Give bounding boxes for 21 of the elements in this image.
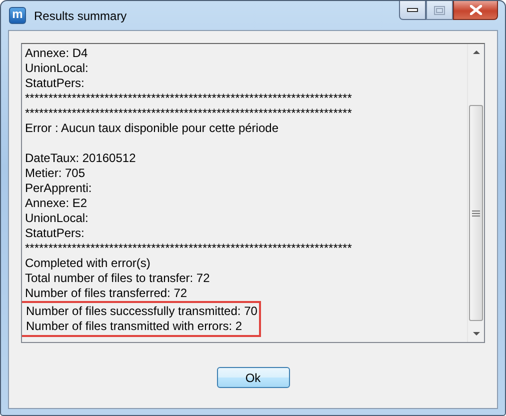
log-line: StatutPers:	[25, 226, 84, 240]
log-line: Annexe: E2	[25, 196, 88, 210]
log-line: UnionLocal:	[25, 211, 88, 225]
log-line: Number of files transferred: 72	[25, 286, 188, 300]
log-line: StatutPers:	[25, 76, 84, 90]
log-line: Number of files successfully transmitted: 70	[26, 304, 258, 318]
log-line: Total number of files to transfer: 72	[25, 271, 210, 285]
log-line: DateTaux: 20160512	[25, 151, 136, 165]
log-line: Error : Aucun taux disponible pour cette période	[25, 121, 278, 135]
log-line: PerApprenti:	[25, 181, 92, 195]
ok-button[interactable]: Ok	[216, 367, 290, 388]
log-line: Metier: 705	[25, 166, 86, 180]
log-line: Completed with error(s)	[25, 256, 150, 270]
log-line: **********************************************************************	[25, 91, 352, 105]
log-line: **********************************************************************	[25, 241, 352, 255]
log-line: UnionLocal:	[25, 61, 88, 75]
window-title: Results summary	[34, 8, 127, 22]
log-line: Annexe: D4	[25, 46, 88, 60]
log-line: **********************************************************************	[25, 106, 352, 120]
app-icon: m	[9, 7, 26, 24]
log-line: Number of files transmitted with errors: 2	[26, 319, 242, 333]
